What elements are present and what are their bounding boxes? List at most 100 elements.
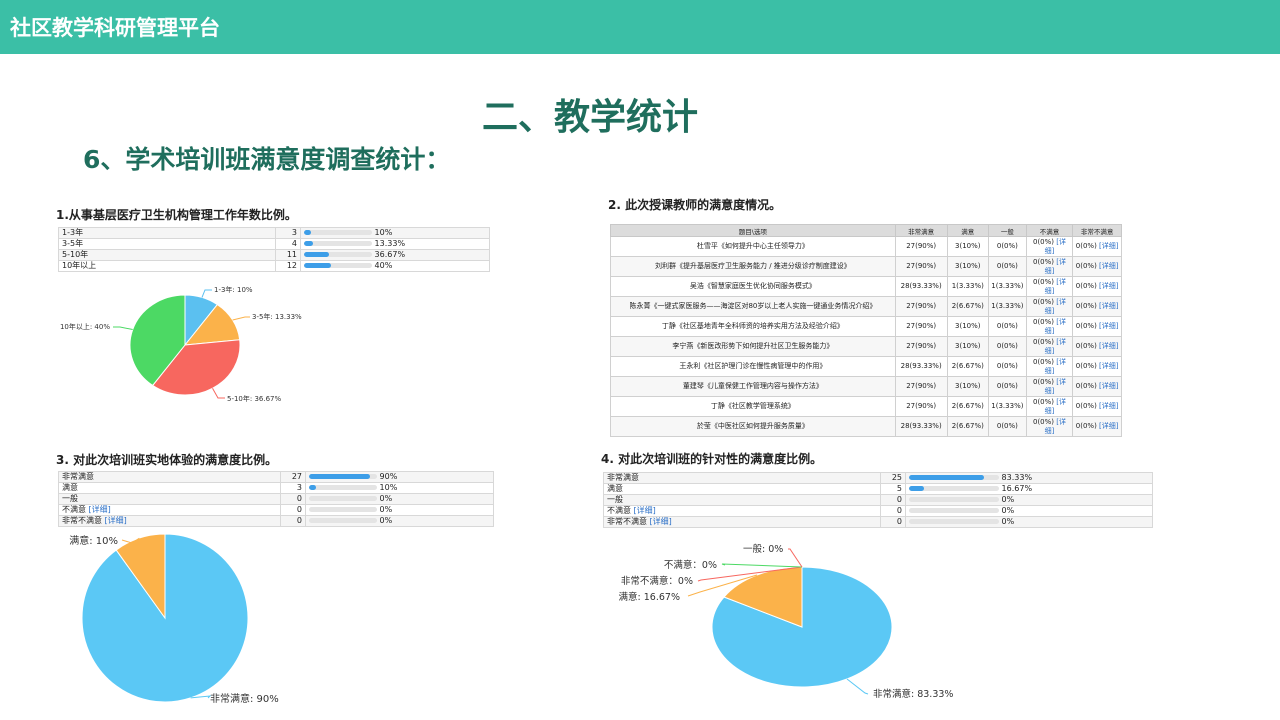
proportion-bar — [909, 519, 999, 524]
count-value: 0 — [896, 517, 902, 526]
slice-label: 非常不满意：0% — [621, 575, 693, 587]
proportion-bar-fill — [309, 474, 371, 479]
percent-value: 0% — [1001, 506, 1015, 515]
rating-cell: 27(90%) — [894, 316, 948, 337]
count-cell: 0 — [280, 493, 306, 505]
count-cell: 0 — [280, 515, 306, 527]
count-value: 3 — [296, 483, 302, 492]
slice-label: 满意: 16.67% — [619, 591, 680, 603]
count-cell: 5 — [880, 483, 906, 495]
rating-value: 2(6.67%) — [951, 422, 984, 430]
detail-link[interactable]: [详细] — [634, 506, 656, 515]
slice-label: 非常满意: 90% — [210, 692, 279, 705]
count-value: 11 — [286, 250, 297, 259]
proportion-bar-fill — [304, 263, 332, 268]
table-row: 非常不满意 [详细] 0 0% — [603, 516, 1153, 528]
table-row: 丁静《社区基地青年全科师资的培养实用方法及经验介绍》 27(90%) 3(10%) 0… — [610, 316, 1122, 337]
detail-link[interactable]: [详细] — [650, 517, 672, 526]
leader-line — [721, 563, 803, 568]
count-value: 5 — [896, 484, 902, 493]
slice-label: 非常满意: 83.33% — [873, 688, 953, 700]
rating-value: 27(90%) — [906, 382, 937, 390]
count-cell: 0 — [280, 504, 306, 516]
option-label: 10年以上 — [62, 261, 97, 270]
rating-cell: 0(0%) [详细] — [1025, 296, 1074, 317]
count-value: 0 — [896, 506, 902, 515]
count-value: 0 — [296, 505, 302, 514]
rating-cell: 3(10%) — [946, 336, 990, 357]
table-row: 吴浩《智慧家庭医生优化协同服务模式》 28(93.33%) 1(3.33%) 1(3.… — [610, 276, 1122, 297]
detail-link[interactable]: [详细] — [1099, 402, 1118, 410]
section4-table: 非常满意 25 83.33% 满意 5 16.67% 一般 0 0% 不满意 [详细] 0 0… — [603, 472, 1153, 528]
proportion-cell: 16.67% — [905, 483, 1153, 495]
detail-link[interactable]: [详细] — [1099, 262, 1118, 270]
detail-link[interactable]: [详细] — [105, 516, 127, 525]
rating-cell: 0(0%) — [988, 256, 1027, 277]
course-name: 刘利群《提升基层医疗卫生服务能力 / 推进分级诊疗制度建设》 — [610, 256, 896, 277]
section3-table: 非常满意 27 90% 满意 3 10% 一般 0 0% 不满意 [详细] 0 0% 非常不满意… — [58, 471, 494, 527]
detail-link[interactable]: [详细] — [1099, 342, 1118, 350]
leader-line — [212, 388, 225, 399]
detail-link[interactable]: [详细] — [1099, 362, 1118, 370]
proportion-cell: 90% — [305, 471, 494, 483]
table-row: 一般 0 0% — [58, 493, 494, 505]
count-value: 3 — [291, 228, 297, 237]
rating-cell: 0(0%) — [988, 236, 1027, 257]
count-cell: 11 — [275, 249, 301, 261]
rating-value: 27(90%) — [906, 342, 937, 350]
app-title: 社区教学科研管理平台 — [10, 16, 220, 40]
detail-link[interactable]: [详细] — [1099, 242, 1118, 250]
rating-cell: 27(90%) — [894, 296, 948, 317]
table-row: 李宁燕《新医改形势下如何提升社区卫生服务能力》 27(90%) 3(10%) 0(0%… — [610, 336, 1122, 357]
detail-link[interactable]: [详细] — [1099, 282, 1118, 290]
rating-cell: 0(0%) — [988, 376, 1027, 397]
rating-value: 0(0%) — [996, 242, 1018, 250]
detail-link[interactable]: [详细] — [1099, 422, 1118, 430]
option-cell: 10年以上 — [58, 260, 276, 272]
rating-value: 0(0%) — [996, 322, 1018, 330]
leader-line — [846, 678, 869, 695]
rating-cell: 0(0%) — [988, 356, 1027, 377]
option-label: 非常满意 — [607, 473, 639, 482]
rating-cell: 27(90%) — [894, 236, 948, 257]
option-cell: 一般 — [603, 494, 881, 506]
rating-value: 0(0%) — [1075, 302, 1097, 310]
rating-cell: 1(3.33%) — [988, 296, 1027, 317]
rating-value: 28(93.33%) — [900, 362, 942, 370]
rating-cell: 0(0%) [详细] — [1072, 296, 1122, 317]
count-cell: 4 — [275, 238, 301, 250]
rating-cell: 2(6.67%) — [946, 416, 990, 437]
table-row: 陈永菁《一键式家医服务——海淀区对80岁以上老人实施一键通业务情况介绍》 27(9… — [610, 296, 1122, 317]
page-subtitle: 6、学术培训班满意度调查统计： — [83, 145, 451, 174]
rating-value: 2(6.67%) — [951, 362, 984, 370]
course-name: 董建琴《儿童保健工作管理内容与操作方法》 — [610, 376, 896, 397]
proportion-cell: 10% — [300, 227, 490, 239]
percent-value: 36.67% — [374, 250, 406, 259]
course-name: 杜雪平《如何提升中心主任领导力》 — [610, 236, 896, 257]
top-bar: 社区教学科研管理平台 — [0, 0, 1280, 54]
rating-value: 0(0%) — [996, 382, 1018, 390]
detail-link[interactable]: [详细] — [1099, 302, 1118, 310]
course-name: 李宁燕《新医改形势下如何提升社区卫生服务能力》 — [610, 336, 896, 357]
option-label: 5-10年 — [62, 250, 89, 259]
percent-value: 0% — [379, 505, 393, 514]
rating-cell: 1(3.33%) — [946, 276, 990, 297]
rating-cell: 28(93.33%) — [894, 356, 948, 377]
rating-value: 0(0%) — [1075, 322, 1097, 330]
rating-value: 0(0%) — [1075, 282, 1097, 290]
detail-link[interactable]: [详细] — [89, 505, 111, 514]
detail-link[interactable]: [详细] — [1099, 322, 1118, 330]
proportion-bar — [304, 230, 372, 235]
rating-cell: 0(0%) [详细] — [1025, 376, 1074, 397]
rating-value: 0(0%) — [996, 422, 1018, 430]
detail-link[interactable]: [详细] — [1099, 382, 1118, 390]
option-label: 1-3年 — [62, 228, 84, 237]
rating-value: 0(0%) — [1075, 342, 1097, 350]
count-value: 12 — [286, 261, 297, 270]
option-label: 非常不满意 — [62, 516, 102, 525]
rating-value: 0(0%) — [1033, 277, 1055, 286]
rating-value: 2(6.67%) — [951, 402, 984, 410]
proportion-cell: 0% — [905, 494, 1153, 506]
pie-chart-field-experience: 非常满意: 90% 满意: 10% — [69, 533, 279, 705]
rating-value: 1(3.33%) — [951, 282, 984, 290]
